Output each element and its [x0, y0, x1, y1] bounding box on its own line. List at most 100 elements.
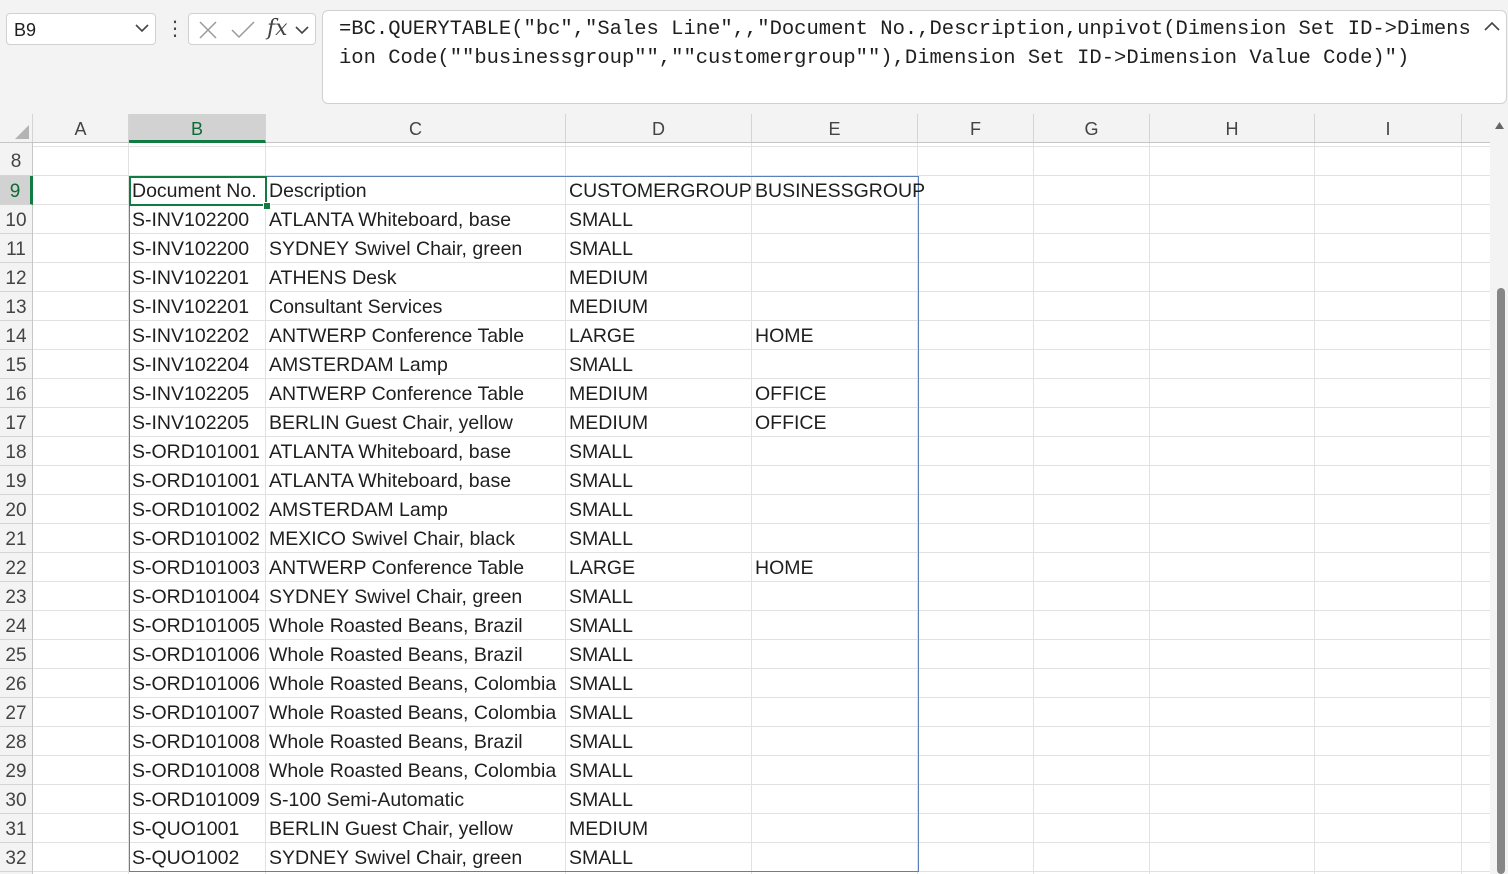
worksheet-grid[interactable]: Document No. Description CUSTOMERGROUP BUSI… [33, 143, 1490, 874]
name-box-value[interactable]: B9 [14, 20, 36, 41]
table-cell[interactable]: S-ORD101007 [129, 698, 260, 727]
table-cell[interactable]: S-ORD101002 [129, 524, 260, 553]
column-header-d[interactable]: D [566, 114, 752, 142]
row-header-8[interactable]: 8 [0, 143, 32, 176]
table-cell[interactable]: S-ORD101009 [129, 785, 260, 814]
row-header-32[interactable]: 32 [0, 843, 32, 872]
table-cell[interactable]: SMALL [566, 698, 633, 727]
table-cell[interactable]: SMALL [566, 582, 633, 611]
table-cell[interactable]: S-ORD101008 [129, 727, 260, 756]
table-cell[interactable]: SMALL [566, 524, 633, 553]
table-cell[interactable]: S-INV102202 [129, 321, 249, 350]
row-header-30[interactable]: 30 [0, 785, 32, 814]
table-cell[interactable]: S-ORD101003 [129, 553, 260, 582]
table-cell[interactable]: SMALL [566, 466, 633, 495]
name-box[interactable]: B9 [6, 13, 156, 45]
scrollbar-thumb[interactable] [1497, 288, 1505, 874]
insert-function-icon[interactable]: fx [267, 16, 288, 42]
chevron-down-icon[interactable] [295, 25, 309, 35]
table-header-cell[interactable]: Description [266, 176, 367, 205]
table-cell[interactable]: SMALL [566, 495, 633, 524]
table-cell[interactable]: SYDNEY Swivel Chair, green [266, 582, 522, 611]
row-header-27[interactable]: 27 [0, 698, 32, 727]
row-header-20[interactable]: 20 [0, 495, 32, 524]
table-cell[interactable]: S-QUO1001 [129, 814, 239, 843]
table-cell[interactable]: S-ORD101006 [129, 640, 260, 669]
row-header-15[interactable]: 15 [0, 350, 32, 379]
column-header-c[interactable]: C [266, 114, 566, 142]
row-header-17[interactable]: 17 [0, 408, 32, 437]
table-cell[interactable]: S-INV102200 [129, 234, 249, 263]
row-header-13[interactable]: 13 [0, 292, 32, 321]
row-header-18[interactable]: 18 [0, 437, 32, 466]
table-cell[interactable]: S-QUO1002 [129, 843, 239, 872]
checkmark-icon[interactable] [231, 21, 255, 39]
row-header-26[interactable]: 26 [0, 669, 32, 698]
table-cell[interactable]: ATLANTA Whiteboard, base [266, 437, 511, 466]
row-header-24[interactable]: 24 [0, 611, 32, 640]
row-header-22[interactable]: 22 [0, 553, 32, 582]
table-cell[interactable]: Whole Roasted Beans, Brazil [266, 611, 523, 640]
table-cell[interactable]: S-INV102205 [129, 379, 249, 408]
table-cell[interactable]: S-ORD101006 [129, 669, 260, 698]
row-header-19[interactable]: 19 [0, 466, 32, 495]
table-cell[interactable]: ANTWERP Conference Table [266, 321, 524, 350]
table-cell[interactable]: S-INV102205 [129, 408, 249, 437]
table-cell[interactable]: OFFICE [752, 379, 827, 408]
chevron-down-icon[interactable] [135, 23, 149, 33]
vertical-ellipsis-icon[interactable]: ⋮ [165, 14, 185, 44]
table-cell[interactable]: S-ORD101002 [129, 495, 260, 524]
table-cell[interactable]: ANTWERP Conference Table [266, 553, 524, 582]
row-header-29[interactable]: 29 [0, 756, 32, 785]
row-header-12[interactable]: 12 [0, 263, 32, 292]
table-cell[interactable]: MEDIUM [566, 408, 648, 437]
table-cell[interactable]: S-INV102204 [129, 350, 249, 379]
row-header-10[interactable]: 10 [0, 205, 32, 234]
table-cell[interactable]: ATLANTA Whiteboard, base [266, 466, 511, 495]
table-cell[interactable]: BERLIN Guest Chair, yellow [266, 814, 513, 843]
column-header-f[interactable]: F [918, 114, 1034, 142]
table-cell[interactable]: HOME [752, 321, 814, 350]
table-cell[interactable]: MEDIUM [566, 292, 648, 321]
vertical-scrollbar[interactable] [1490, 114, 1508, 874]
row-header-23[interactable]: 23 [0, 582, 32, 611]
table-cell[interactable]: SMALL [566, 669, 633, 698]
formula-text[interactable]: =BC.QUERYTABLE("bc","Sales Line",,"Docum… [339, 15, 1474, 73]
table-cell[interactable]: Whole Roasted Beans, Colombia [266, 698, 556, 727]
table-header-cell[interactable]: CUSTOMERGROUP [566, 176, 752, 205]
row-header-11[interactable]: 11 [0, 234, 32, 263]
table-cell[interactable]: SYDNEY Swivel Chair, green [266, 234, 522, 263]
table-cell[interactable]: BERLIN Guest Chair, yellow [266, 408, 513, 437]
table-cell[interactable]: SMALL [566, 640, 633, 669]
scroll-up-arrow-icon[interactable] [1495, 122, 1504, 129]
table-cell[interactable]: Whole Roasted Beans, Brazil [266, 640, 523, 669]
table-cell[interactable]: ATLANTA Whiteboard, base [266, 205, 511, 234]
table-cell[interactable]: S-ORD101001 [129, 466, 260, 495]
select-all-button[interactable] [0, 114, 33, 142]
table-cell[interactable]: ANTWERP Conference Table [266, 379, 524, 408]
table-cell[interactable]: LARGE [566, 321, 635, 350]
table-cell[interactable]: Whole Roasted Beans, Brazil [266, 727, 523, 756]
x-icon[interactable] [198, 21, 218, 39]
table-cell[interactable]: MEDIUM [566, 379, 648, 408]
row-header-28[interactable]: 28 [0, 727, 32, 756]
column-header-g[interactable]: G [1034, 114, 1150, 142]
table-cell[interactable]: AMSTERDAM Lamp [266, 495, 448, 524]
table-cell[interactable]: SMALL [566, 234, 633, 263]
formula-input[interactable]: =BC.QUERYTABLE("bc","Sales Line",,"Docum… [322, 10, 1507, 104]
table-cell[interactable]: OFFICE [752, 408, 827, 437]
table-cell[interactable]: SMALL [566, 843, 633, 872]
table-header-cell[interactable]: Document No. [129, 176, 257, 205]
column-header-b[interactable]: B [129, 114, 266, 143]
table-cell[interactable]: MEXICO Swivel Chair, black [266, 524, 515, 553]
table-cell[interactable]: AMSTERDAM Lamp [266, 350, 448, 379]
table-cell[interactable]: SMALL [566, 727, 633, 756]
table-cell[interactable]: MEDIUM [566, 263, 648, 292]
row-header-16[interactable]: 16 [0, 379, 32, 408]
table-cell[interactable]: SMALL [566, 205, 633, 234]
table-cell[interactable]: S-INV102201 [129, 263, 249, 292]
table-cell[interactable]: SMALL [566, 611, 633, 640]
table-cell[interactable]: Consultant Services [266, 292, 442, 321]
table-cell[interactable]: S-ORD101005 [129, 611, 260, 640]
column-header-i[interactable]: I [1315, 114, 1462, 142]
